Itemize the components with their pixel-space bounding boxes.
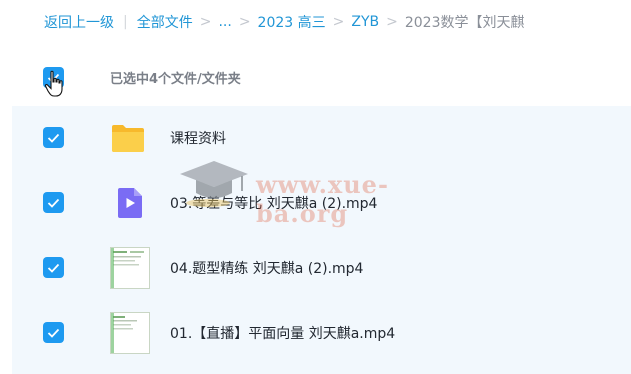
- list-item[interactable]: 03.等差与等比 刘天麒a (2).mp4: [12, 171, 631, 235]
- check-icon: [47, 328, 60, 338]
- chevron-right-icon: >: [199, 14, 212, 30]
- file-name[interactable]: 03.等差与等比 刘天麒a (2).mp4: [170, 193, 377, 213]
- breadcrumb-divider: |: [123, 14, 128, 30]
- row-checkbox[interactable]: [43, 322, 64, 343]
- chevron-right-icon: >: [386, 14, 398, 30]
- hand-cursor-icon: [44, 70, 63, 97]
- breadcrumb-item-2023[interactable]: 2023 高三: [258, 12, 326, 32]
- breadcrumb-item-zyb[interactable]: ZYB: [351, 14, 379, 30]
- list-item[interactable]: 课程资料: [12, 106, 631, 170]
- breadcrumb-current: 2023数学【刘天麒: [404, 15, 525, 31]
- chevron-right-icon: >: [332, 14, 345, 30]
- check-icon: [47, 263, 60, 273]
- video-thumbnail: [110, 312, 150, 354]
- chevron-right-icon: >: [238, 14, 251, 30]
- back-link[interactable]: 返回上一级: [44, 12, 114, 32]
- selection-header: 已选中4个文件/文件夹: [0, 50, 631, 106]
- row-checkbox[interactable]: [43, 257, 64, 278]
- breadcrumb: 返回上一级 | 全部文件 > ... > 2023 高三 > ZYB > 202…: [0, 0, 631, 44]
- row-checkbox[interactable]: [43, 127, 64, 148]
- file-name[interactable]: 04.题型精练 刘天麒a (2).mp4: [170, 258, 363, 278]
- check-icon: [47, 198, 60, 208]
- breadcrumb-item-all-files[interactable]: 全部文件: [137, 12, 193, 32]
- list-item[interactable]: 04.题型精练 刘天麒a (2).mp4: [12, 236, 631, 300]
- check-icon: [47, 133, 60, 143]
- video-thumbnail: [110, 247, 150, 289]
- video-file-icon: [118, 188, 142, 218]
- file-name[interactable]: 01.【直播】平面向量 刘天麒a.mp4: [170, 323, 395, 343]
- row-checkbox[interactable]: [43, 192, 64, 213]
- breadcrumb-item-ellipsis[interactable]: ...: [218, 14, 231, 30]
- list-item[interactable]: 01.【直播】平面向量 刘天麒a.mp4: [12, 301, 631, 365]
- file-list: 课程资料 03.等差与等比 刘天麒a (2).mp4 04.题型精练 刘天麒a …: [12, 106, 631, 374]
- folder-icon: [112, 125, 144, 152]
- selection-summary: 已选中4个文件/文件夹: [110, 72, 241, 87]
- file-name[interactable]: 课程资料: [170, 128, 226, 148]
